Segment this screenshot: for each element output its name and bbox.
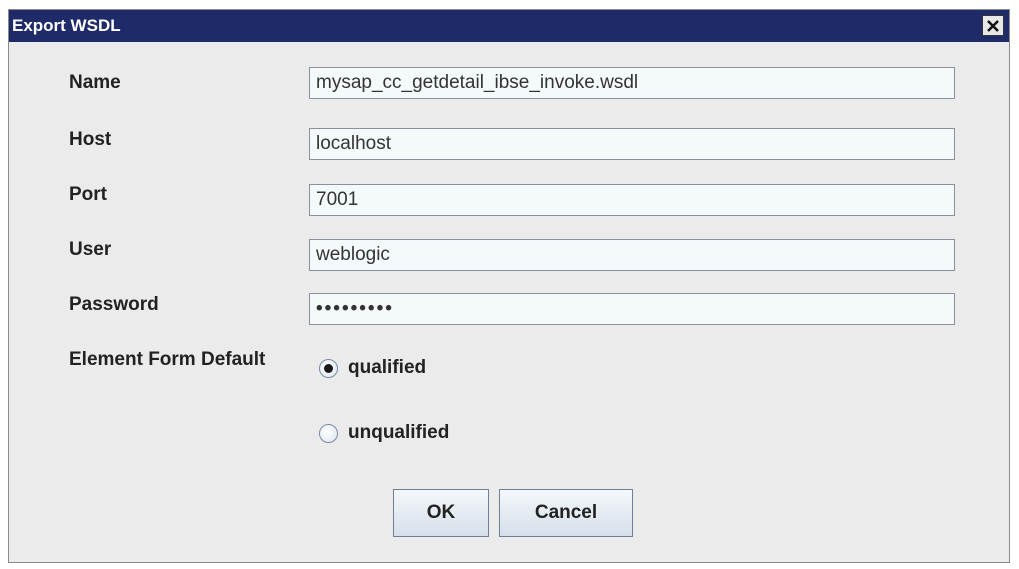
- password-field[interactable]: [309, 293, 955, 325]
- port-label: Port: [69, 184, 107, 205]
- cancel-button[interactable]: Cancel: [499, 489, 633, 537]
- radio-qualified-label: qualified: [348, 357, 427, 378]
- radio-unqualified-label: unqualified: [348, 422, 450, 443]
- ok-button[interactable]: OK: [393, 489, 489, 537]
- close-button[interactable]: [982, 15, 1004, 36]
- host-label: Host: [69, 129, 112, 150]
- close-icon: [987, 19, 999, 32]
- radio-qualified[interactable]: qualified: [319, 357, 426, 379]
- user-label: User: [69, 239, 112, 260]
- host-field[interactable]: [309, 128, 955, 160]
- name-label: Name: [69, 72, 121, 93]
- dialog-title: Export WSDL: [12, 16, 121, 35]
- user-field[interactable]: [309, 239, 955, 271]
- radio-button-unqualified[interactable]: [319, 423, 338, 443]
- port-field[interactable]: [309, 184, 955, 216]
- password-label: Password: [69, 294, 159, 315]
- export-wsdl-dialog: Export WSDL Name Host Port User Password…: [8, 9, 1010, 563]
- dialog-title-bar: Export WSDL: [9, 10, 1009, 42]
- element-form-default-label: Element Form Default: [69, 349, 266, 370]
- radio-selected-dot: [324, 363, 333, 373]
- radio-unqualified[interactable]: unqualified: [319, 422, 449, 444]
- name-field[interactable]: [309, 67, 955, 99]
- radio-button-qualified[interactable]: [319, 358, 338, 378]
